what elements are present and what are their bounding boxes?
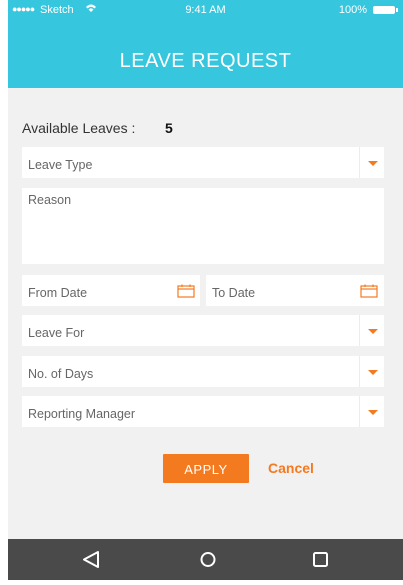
leave-type-placeholder: Leave Type	[28, 158, 93, 172]
page-title: LEAVE REQUEST	[119, 50, 292, 72]
from-date-placeholder: From Date	[28, 286, 88, 300]
reason-textarea[interactable]: Reason	[22, 188, 384, 264]
reporting-manager-select[interactable]: Reporting Manager	[22, 396, 384, 427]
chevron-down-icon[interactable]	[359, 315, 384, 346]
battery-percent: 100%	[338, 4, 367, 16]
leave-type-select[interactable]: Leave Type	[22, 147, 384, 178]
battery-icon	[373, 6, 398, 14]
to-date-placeholder: To Date	[212, 286, 256, 300]
cancel-button[interactable]: Cancel	[268, 460, 314, 476]
calendar-icon[interactable]	[360, 284, 378, 298]
chevron-down-icon[interactable]	[359, 356, 384, 387]
available-leaves-value: 5	[165, 120, 173, 136]
android-nav-bar	[8, 539, 403, 580]
chevron-down-icon[interactable]	[359, 396, 384, 427]
leave-for-select[interactable]: Leave For	[22, 315, 384, 346]
leave-for-placeholder: Leave For	[28, 326, 85, 340]
app-screen: ●●●●● Sketch 9:41 AM 100% LEAVE REQUEST …	[8, 0, 403, 580]
to-date-field[interactable]: To Date	[206, 275, 384, 306]
back-icon[interactable]	[61, 539, 121, 580]
chevron-down-icon[interactable]	[359, 147, 384, 178]
manager-placeholder: Reporting Manager	[28, 407, 136, 421]
reason-placeholder: Reason	[28, 193, 72, 207]
home-icon[interactable]	[178, 539, 238, 580]
days-select[interactable]: No. of Days	[22, 356, 384, 387]
available-leaves-label: Available Leaves :	[22, 120, 136, 136]
days-placeholder: No. of Days	[28, 367, 94, 381]
apply-button[interactable]: APPLY	[163, 454, 249, 483]
recents-icon[interactable]	[291, 539, 351, 580]
calendar-icon[interactable]	[177, 284, 195, 298]
from-date-field[interactable]: From Date	[22, 275, 200, 306]
app-header: ●●●●● Sketch 9:41 AM 100% LEAVE REQUEST	[8, 0, 403, 88]
status-bar: ●●●●● Sketch 9:41 AM 100%	[8, 0, 403, 22]
